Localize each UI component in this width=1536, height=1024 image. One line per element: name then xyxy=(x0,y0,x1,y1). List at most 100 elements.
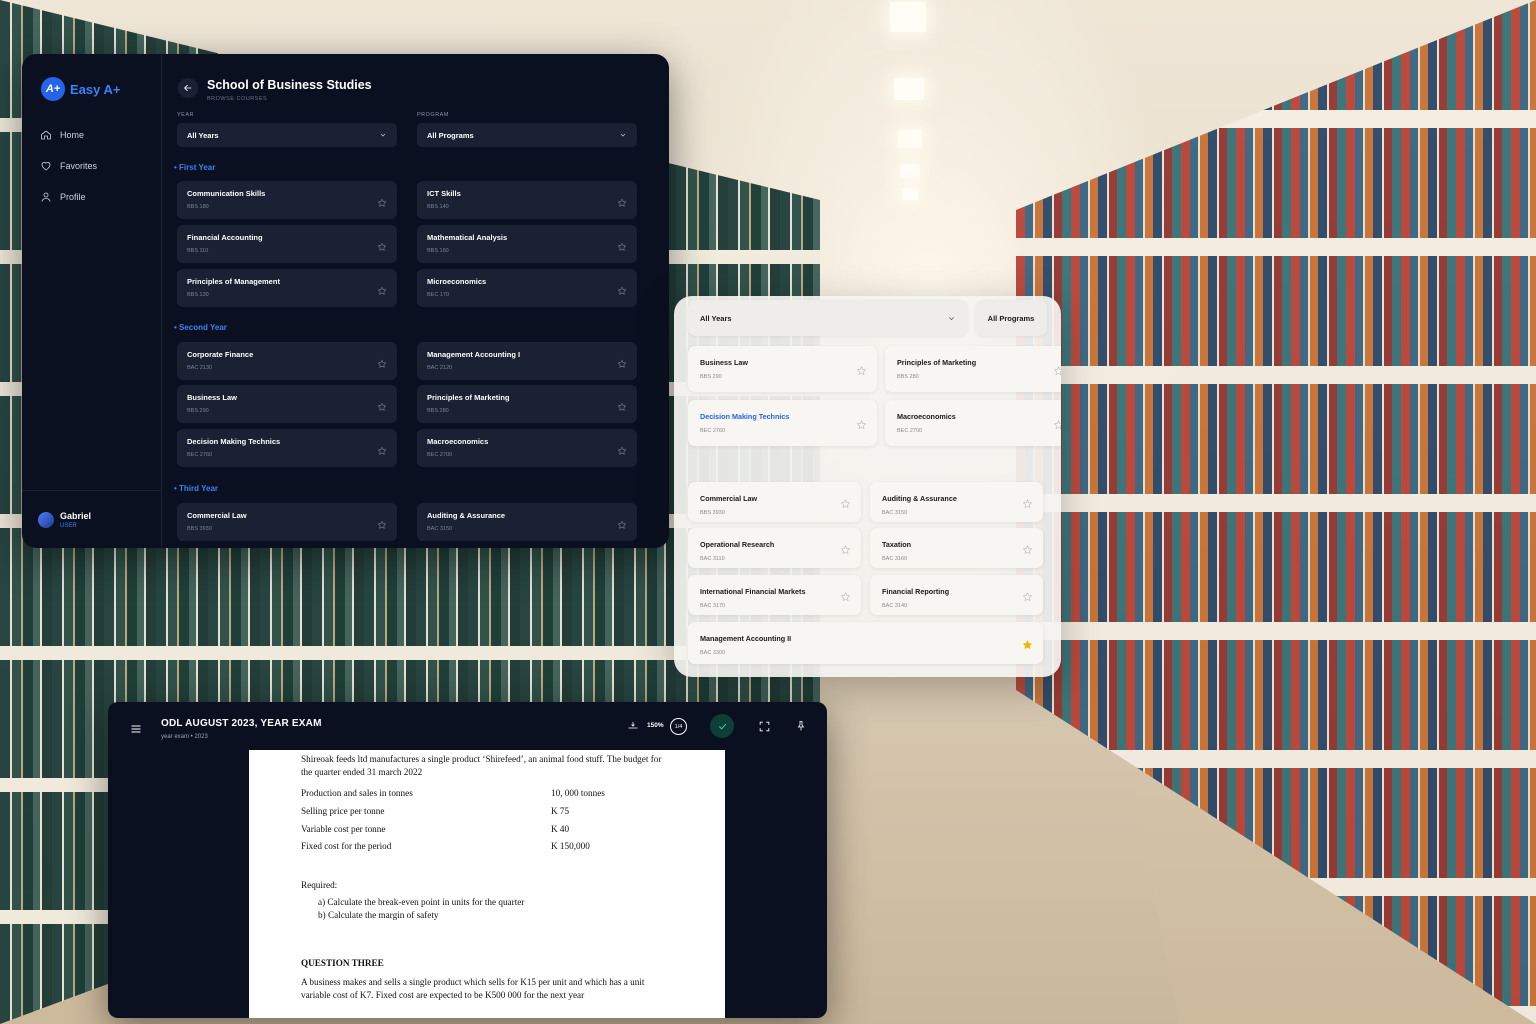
course-card[interactable]: Auditing & Assurance BAC 3150 xyxy=(417,503,637,541)
back-button[interactable] xyxy=(178,78,198,98)
mark-complete-button[interactable] xyxy=(710,714,734,738)
logo-mark: A+ xyxy=(41,77,65,101)
course-card[interactable]: Decision Making Technics BEC 2760 xyxy=(688,400,877,446)
favorite-star-icon[interactable] xyxy=(856,418,867,430)
course-code: BAC 2130 xyxy=(187,365,213,371)
program-select[interactable]: All Programs xyxy=(417,123,637,147)
course-card[interactable]: Mathematical Analysis BBS 160 xyxy=(417,225,637,263)
course-card[interactable]: Macroeconomics BEC 2700 xyxy=(417,429,637,467)
page-indicator[interactable]: 1/4 xyxy=(670,718,687,735)
course-card[interactable]: Management Accounting I BAC 2120 xyxy=(417,342,637,380)
favorite-star-icon[interactable] xyxy=(377,356,387,368)
course-card[interactable]: Microeconomics BEC 170 xyxy=(417,269,637,307)
course-card[interactable]: International Financial Markets BAC 3170 xyxy=(688,575,861,615)
required-item: a) Calculate the break-even point in uni… xyxy=(318,896,525,907)
course-card[interactable]: Principles of Marketing BBS 280 xyxy=(885,346,1061,392)
course-card[interactable]: Financial Accounting BBS 110 xyxy=(177,225,397,263)
favorite-star-icon[interactable] xyxy=(617,239,627,251)
course-card[interactable]: Principles of Management BBS 130 xyxy=(177,269,397,307)
question-three-title: QUESTION THREE xyxy=(301,958,384,969)
course-card[interactable]: Taxation BAC 3160 xyxy=(870,528,1043,568)
user-role: USER xyxy=(60,523,77,529)
year-filter-label: YEAR xyxy=(177,112,194,118)
logo[interactable]: A+ Easy A+ xyxy=(41,77,120,101)
favorite-star-icon[interactable] xyxy=(377,443,387,455)
course-card[interactable]: ICT Skills BBS 140 xyxy=(417,181,637,219)
course-card[interactable]: Business Law BBS 290 xyxy=(177,385,397,423)
favorite-star-icon[interactable] xyxy=(617,399,627,411)
data-row-value: K 40 xyxy=(551,823,570,834)
user-profile[interactable]: Gabriel USER xyxy=(22,490,161,529)
page-subtitle: BROWSE COURSES xyxy=(207,96,268,102)
course-name: Taxation xyxy=(882,540,912,549)
fullscreen-button[interactable] xyxy=(757,719,771,733)
course-card[interactable]: Principles of Marketing BBS 280 xyxy=(417,385,637,423)
course-name: Decision Making Technics xyxy=(700,412,790,421)
favorite-star-icon[interactable] xyxy=(840,590,851,602)
ceiling-light xyxy=(894,78,924,100)
program-select-value: All Programs xyxy=(427,130,474,140)
course-card[interactable]: Business Law BBS 290 xyxy=(688,346,877,392)
menu-button[interactable] xyxy=(130,722,142,734)
favorite-star-icon[interactable] xyxy=(377,283,387,295)
pin-button[interactable] xyxy=(794,719,808,733)
sidebar-item-favorites[interactable]: Favorites xyxy=(40,157,97,175)
course-card[interactable]: Commercial Law BBS 3930 xyxy=(688,482,861,522)
sidebar-item-home[interactable]: Home xyxy=(40,126,97,144)
favorite-star-icon[interactable] xyxy=(1022,590,1033,602)
course-code: BBS 180 xyxy=(187,204,209,210)
zoom-out-button[interactable] xyxy=(626,719,640,733)
course-card[interactable]: Operational Research BAC 3110 xyxy=(688,528,861,568)
favorite-star-icon[interactable] xyxy=(1022,543,1033,555)
section-second-year: • Second Year xyxy=(174,323,227,332)
data-row: Variable cost per tonne K 40 xyxy=(301,823,673,836)
favorite-star-icon[interactable] xyxy=(840,543,851,555)
year-select[interactable]: All Years xyxy=(688,300,968,336)
home-icon xyxy=(41,130,51,140)
course-browser-window: A+ Easy A+ Home Favorites Profile Gabrie… xyxy=(22,54,669,548)
favorite-star-icon[interactable] xyxy=(377,239,387,251)
course-card[interactable]: Communication Skills BBS 180 xyxy=(177,181,397,219)
ceiling-light xyxy=(890,2,926,32)
course-code: BAC 3150 xyxy=(427,526,453,532)
page-header: School of Business Studies BROWSE COURSE… xyxy=(178,78,372,102)
section-first-year: • First Year xyxy=(174,163,216,172)
favorite-star-icon[interactable] xyxy=(840,497,851,509)
favorite-star-icon[interactable] xyxy=(617,283,627,295)
course-card[interactable]: Management Accounting II BAC 3300 xyxy=(688,622,1043,664)
course-name: Macroeconomics xyxy=(897,412,956,421)
course-card[interactable]: Commercial Law BBS 3930 xyxy=(177,503,397,541)
ceiling-light xyxy=(902,188,918,200)
course-name: Decision Making Technics xyxy=(187,437,281,446)
favorite-star-icon[interactable] xyxy=(617,443,627,455)
favorite-star-icon[interactable] xyxy=(617,517,627,529)
course-card[interactable]: Decision Making Technics BEC 2760 xyxy=(177,429,397,467)
program-select[interactable]: All Programs xyxy=(975,300,1047,336)
course-name: Principles of Marketing xyxy=(897,358,977,367)
favorite-star-icon[interactable] xyxy=(377,399,387,411)
ceiling-light xyxy=(898,130,922,148)
course-card[interactable]: Corporate Finance BAC 2130 xyxy=(177,342,397,380)
course-card[interactable]: Financial Reporting BAC 3140 xyxy=(870,575,1043,615)
sidebar-item-profile[interactable]: Profile xyxy=(40,188,97,206)
year-select-value: All Years xyxy=(700,313,732,323)
course-code: BAC 3160 xyxy=(882,556,908,562)
favorite-star-icon[interactable] xyxy=(1053,364,1061,376)
favorite-star-icon[interactable] xyxy=(377,195,387,207)
arrow-left-icon xyxy=(184,84,192,92)
favorite-star-icon[interactable] xyxy=(617,356,627,368)
favorite-star-icon[interactable] xyxy=(1053,418,1061,430)
exam-subtitle: year exam • 2023 xyxy=(161,734,208,740)
favorite-star-icon[interactable] xyxy=(1022,638,1033,650)
year-select[interactable]: All Years xyxy=(177,123,397,147)
course-card[interactable]: Macroeconomics BEC 2700 xyxy=(885,400,1061,446)
favorite-star-icon[interactable] xyxy=(1022,497,1033,509)
course-card[interactable]: Auditing & Assurance BAC 3150 xyxy=(870,482,1043,522)
question-intro: Shireoak feeds ltd manufactures a single… xyxy=(301,754,662,777)
course-name: Management Accounting II xyxy=(700,634,792,643)
course-name: Principles of Management xyxy=(187,277,280,286)
favorite-star-icon[interactable] xyxy=(856,364,867,376)
favorite-star-icon[interactable] xyxy=(617,195,627,207)
data-row-value: K 150,000 xyxy=(551,841,590,852)
favorite-star-icon[interactable] xyxy=(377,517,387,529)
